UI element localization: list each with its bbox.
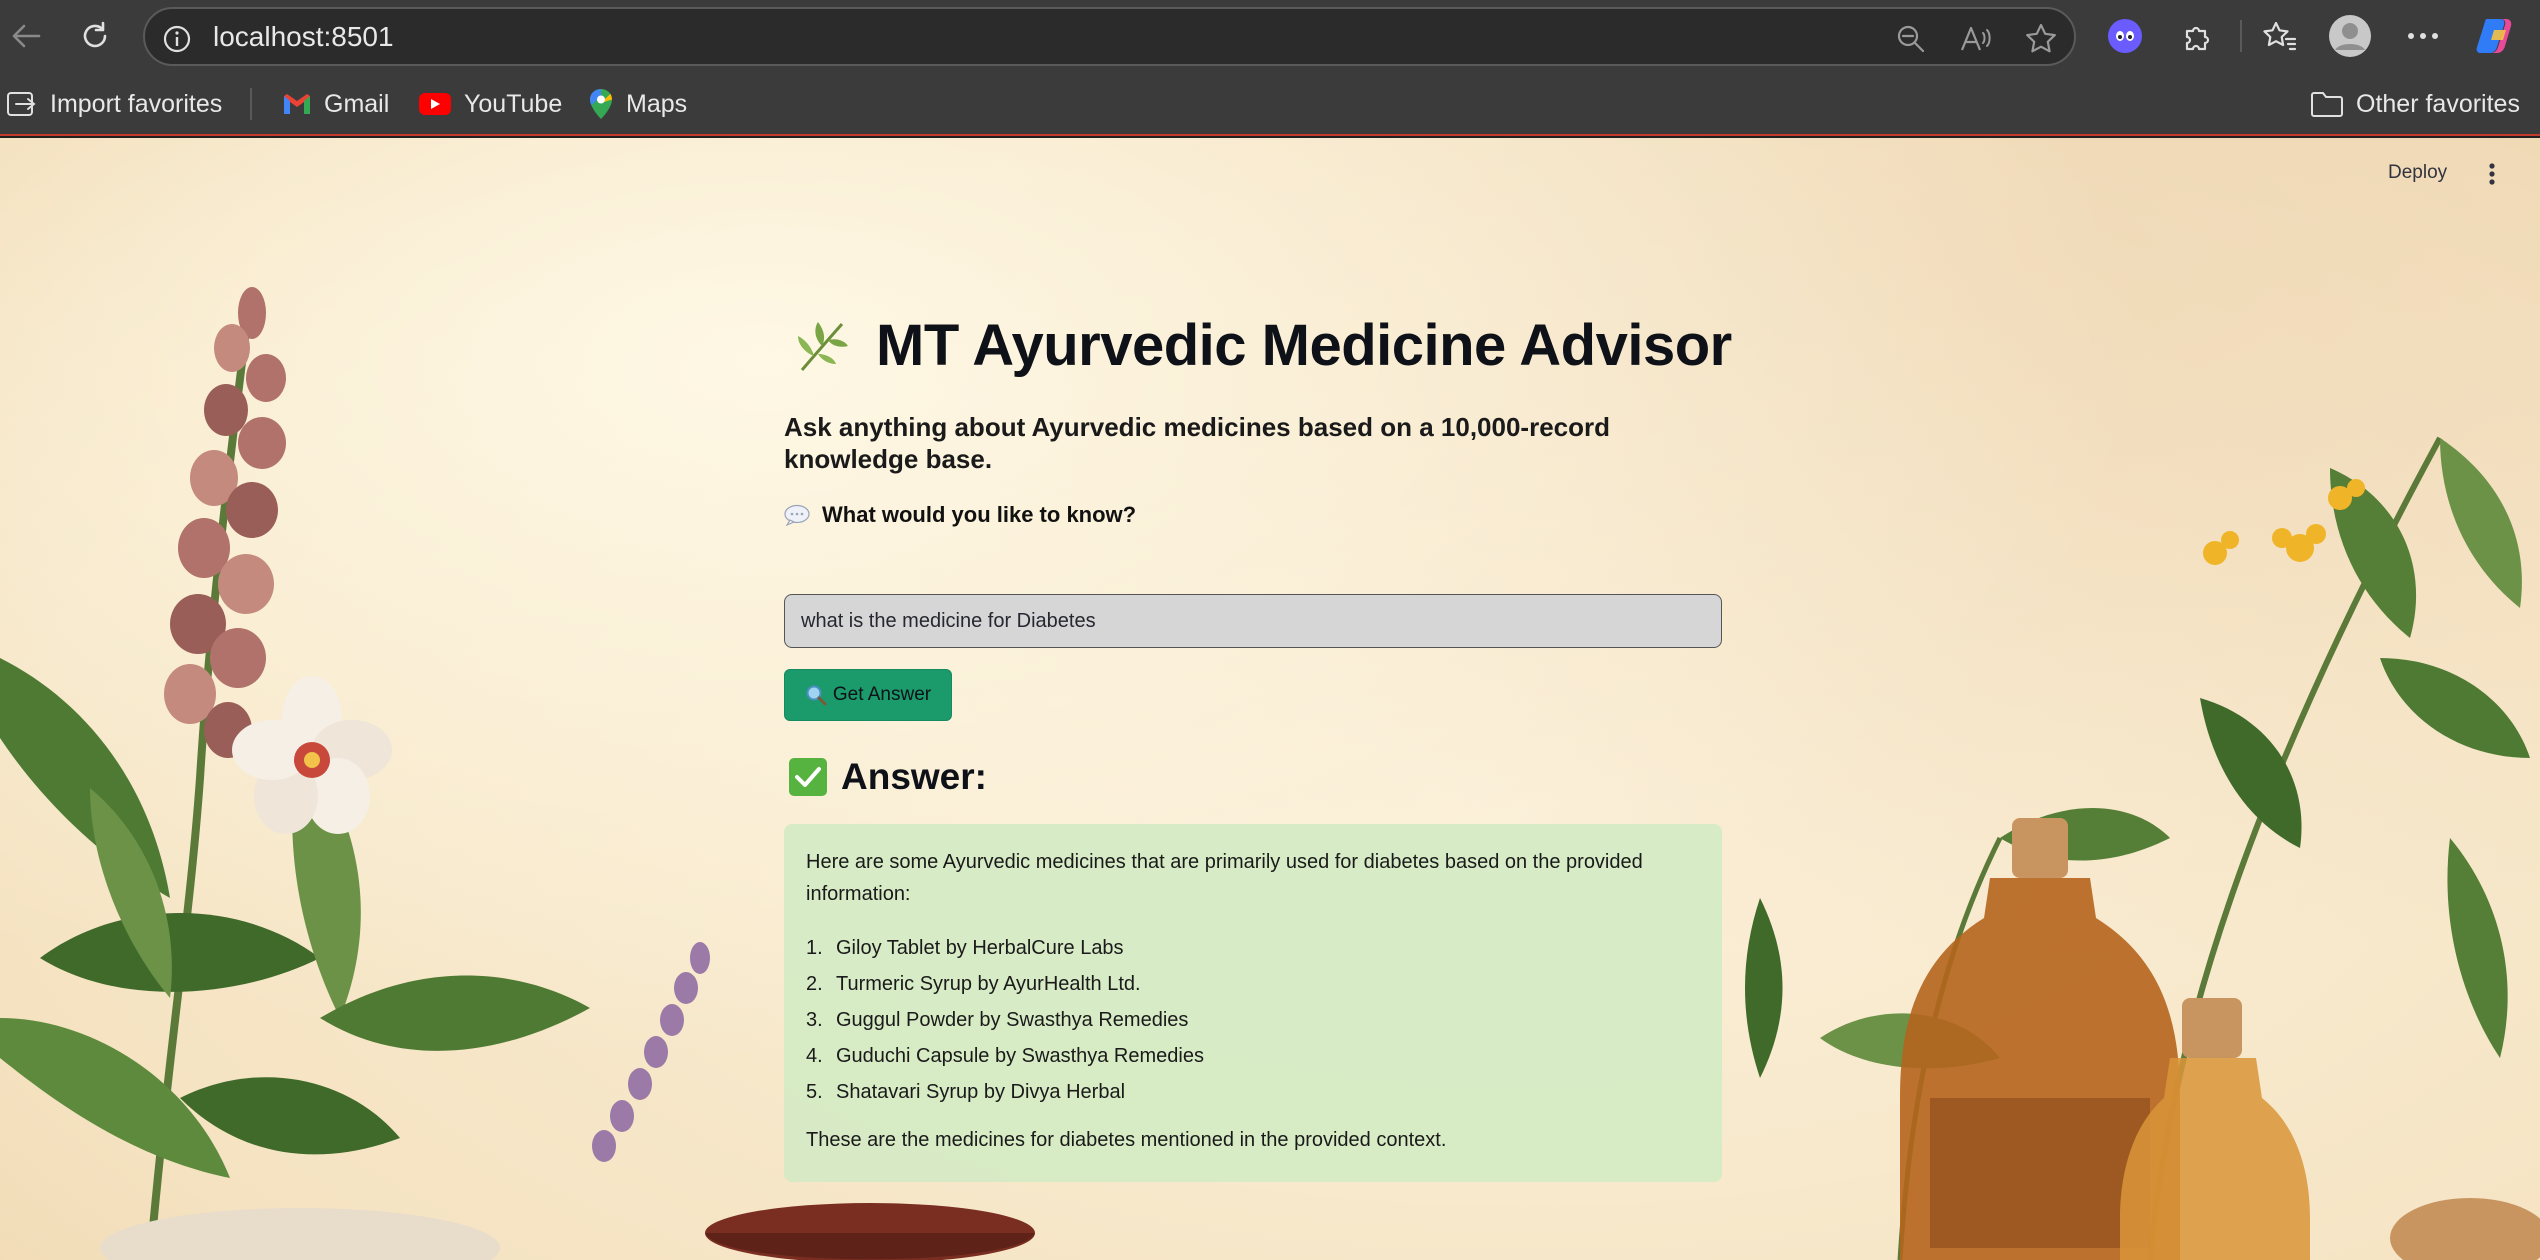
folder-icon xyxy=(2311,92,2343,117)
extension-avatar-button[interactable] xyxy=(2101,12,2149,60)
list-number: 1. xyxy=(806,937,823,959)
import-icon xyxy=(7,92,36,116)
profile-avatar-icon xyxy=(2329,15,2371,57)
reload-button[interactable] xyxy=(71,12,119,60)
fav-label: Other favorites xyxy=(2356,89,2520,118)
herb-leaf-icon xyxy=(798,321,848,371)
query-prompt: What would you like to know? xyxy=(784,502,1136,528)
favorites-button[interactable] xyxy=(2256,12,2304,60)
subtitle: Ask anything about Ayurvedic medicines b… xyxy=(784,412,1611,474)
copilot-button[interactable] xyxy=(2471,12,2519,60)
favorite-star-icon[interactable] xyxy=(2019,17,2063,61)
settings-menu-button[interactable] xyxy=(2399,12,2447,60)
copilot-ghost-icon xyxy=(2108,19,2142,53)
question-input[interactable] xyxy=(784,594,1722,648)
title-text: MT Ayurvedic Medicine Advisor xyxy=(876,313,1732,378)
read-aloud-icon[interactable] xyxy=(1954,17,1998,61)
toolbar-divider xyxy=(2240,20,2242,52)
answer-intro: Here are some Ayurvedic medicines that a… xyxy=(806,851,1643,905)
list-item: 5. Shatavari Syrup by Divya Herbal xyxy=(806,1074,1700,1110)
puzzle-icon xyxy=(2185,26,2210,51)
favorites-bar: Import favorites Gmail YouTube Maps Othe… xyxy=(0,72,2540,136)
copilot-icon xyxy=(2476,19,2512,53)
gmail-icon xyxy=(284,94,310,114)
app-menu-button[interactable] xyxy=(2478,158,2506,190)
medicine-list: 1. Giloy Tablet by HerbalCure Labs 2. Turm… xyxy=(806,930,1700,1110)
get-answer-label: Get Answer xyxy=(832,684,932,705)
fav-maps[interactable]: Maps xyxy=(588,86,687,122)
fav-other-favorites[interactable]: Other favorites xyxy=(2310,86,2520,122)
list-text: Giloy Tablet by HerbalCure Labs xyxy=(836,937,1124,959)
list-number: 3. xyxy=(806,1009,823,1031)
profile-button[interactable] xyxy=(2326,12,2374,60)
fav-label: Import favorites xyxy=(50,89,223,118)
browser-toolbar: localhost:8501 xyxy=(0,0,2540,72)
fav-label: YouTube xyxy=(464,89,563,118)
get-answer-button[interactable]: Get Answer xyxy=(784,669,952,721)
fav-youtube[interactable]: YouTube xyxy=(418,86,562,122)
reload-icon xyxy=(83,21,107,48)
answer-panel: Here are some Ayurvedic medicines that a… xyxy=(784,824,1722,1182)
list-text: Guduchi Capsule by Swasthya Remedies xyxy=(836,1045,1204,1067)
fav-gmail[interactable]: Gmail xyxy=(282,86,389,122)
prompt-label: What would you like to know? xyxy=(822,502,1137,527)
answer-title: Answer: xyxy=(841,756,987,797)
more-horizontal-icon xyxy=(2408,33,2438,39)
page-title: MT Ayurvedic Medicine Advisor xyxy=(792,312,1732,379)
fav-divider xyxy=(250,88,252,120)
site-info-icon[interactable] xyxy=(155,17,199,61)
list-text: Turmeric Syrup by AyurHealth Ltd. xyxy=(836,973,1141,995)
answer-heading: Answer: xyxy=(789,756,987,798)
back-button[interactable] xyxy=(2,12,50,60)
zoom-out-icon[interactable] xyxy=(1889,17,1933,61)
maps-icon xyxy=(590,89,612,119)
fav-import-favorites[interactable]: Import favorites xyxy=(6,86,222,122)
extensions-button[interactable] xyxy=(2174,12,2222,60)
list-item: 3. Guggul Powder by Swasthya Remedies xyxy=(806,1002,1700,1038)
list-number: 2. xyxy=(806,973,823,995)
deploy-button[interactable]: Deploy xyxy=(2388,162,2447,184)
search-magnifier-icon xyxy=(806,685,827,706)
list-text: Guggul Powder by Swasthya Remedies xyxy=(836,1009,1189,1031)
back-arrow-icon xyxy=(12,24,41,48)
fav-label: Maps xyxy=(626,89,688,118)
list-number: 4. xyxy=(806,1045,823,1067)
list-number: 5. xyxy=(806,1081,823,1103)
url-text[interactable]: localhost:8501 xyxy=(213,21,394,53)
list-item: 1. Giloy Tablet by HerbalCure Labs xyxy=(806,930,1700,966)
app-canvas: Deploy MT Ayurvedic Medicine Advisor Ask… xyxy=(0,138,2540,1260)
more-vertical-icon xyxy=(2489,163,2495,185)
address-bar[interactable]: localhost:8501 xyxy=(143,7,2076,66)
list-item: 4. Guduchi Capsule by Swasthya Remedies xyxy=(806,1038,1700,1074)
list-text: Shatavari Syrup by Divya Herbal xyxy=(836,1081,1126,1103)
speech-bubble-icon xyxy=(784,504,810,526)
check-mark-icon xyxy=(789,758,827,796)
answer-outro: These are the medicines for diabetes men… xyxy=(806,1129,1447,1151)
favorites-list-icon xyxy=(2263,21,2297,51)
youtube-icon xyxy=(419,93,451,115)
fav-label: Gmail xyxy=(324,89,390,118)
list-item: 2. Turmeric Syrup by AyurHealth Ltd. xyxy=(806,966,1700,1002)
